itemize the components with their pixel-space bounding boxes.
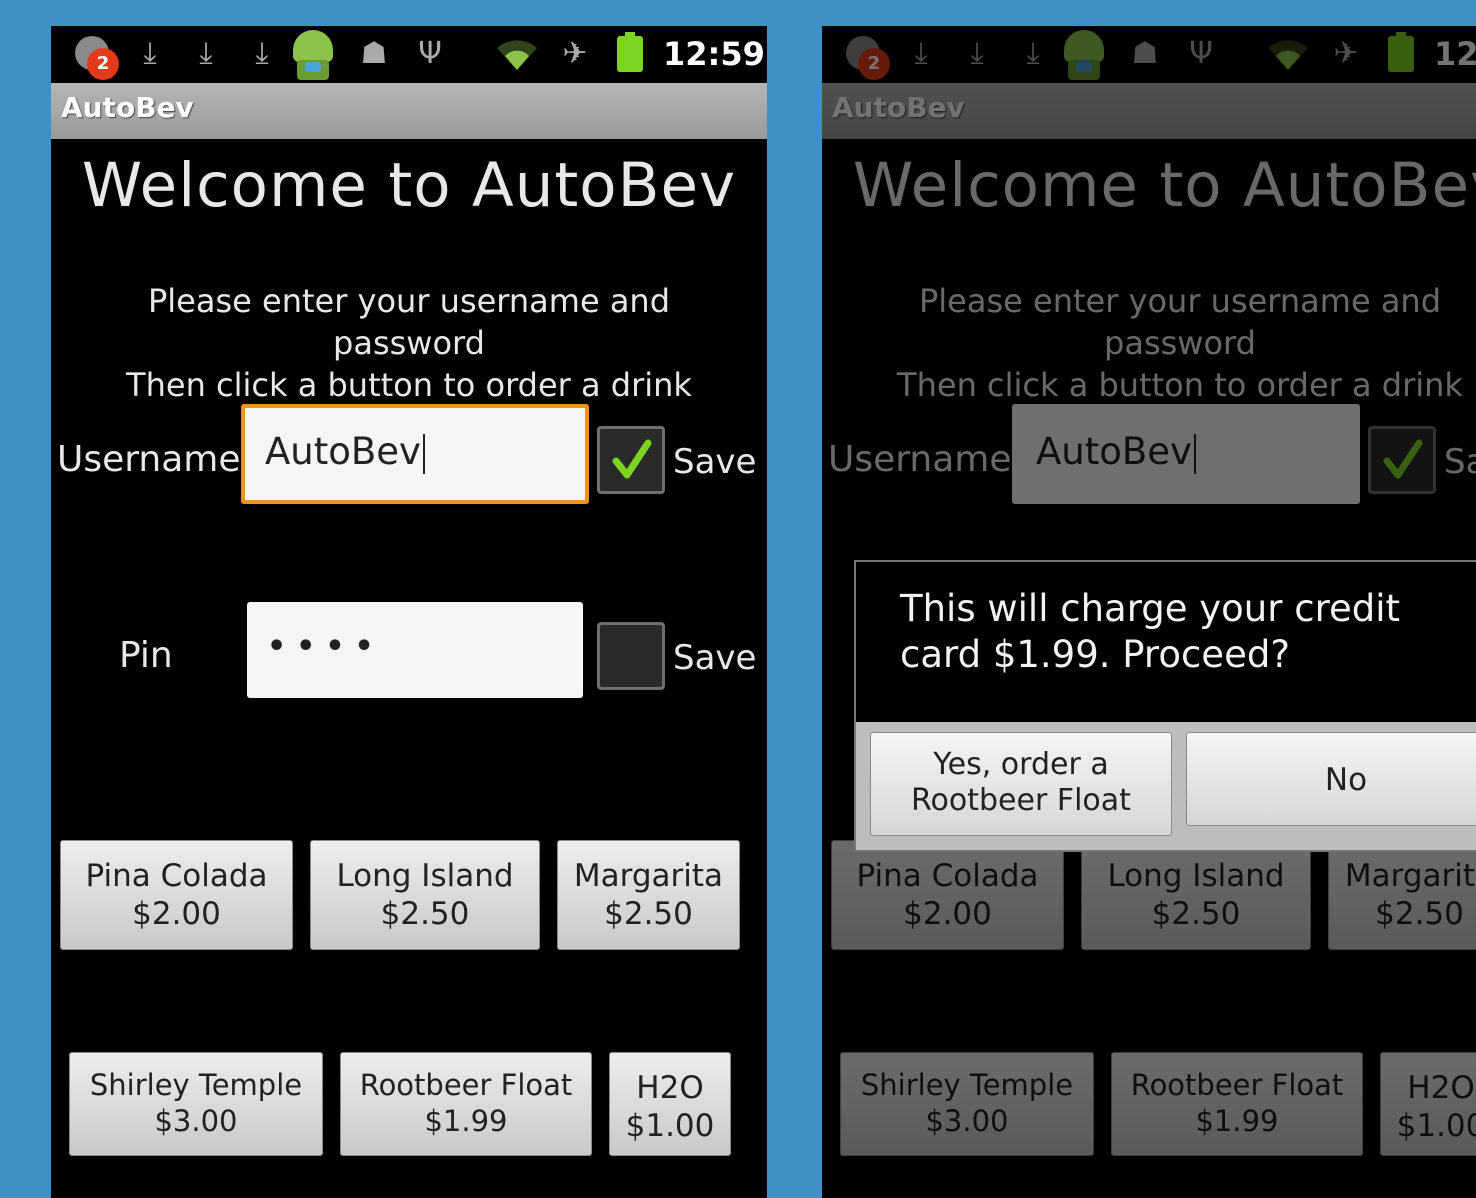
drink-name: Long Island — [336, 858, 514, 894]
dialog-message: This will charge your credit card $1.99.… — [900, 587, 1401, 676]
phone-screen-confirm: 2 ⤓ ⤓ ⤓ ☗ Ψ ✈ 12:59 AutoBev Welcome to A… — [822, 26, 1476, 1198]
notification-count-badge: 2 — [87, 48, 119, 80]
pin-input[interactable]: •••• — [247, 602, 583, 698]
app-title: AutoBev — [61, 91, 194, 124]
drink-price: $1.00 — [625, 1108, 715, 1144]
order-margarita-button[interactable]: Margarita $2.50 — [557, 840, 740, 950]
phone-screen-login: 2 ⤓ ⤓ ⤓ ☗ Ψ ✈ 12:59 AutoBev Welcome to A… — [51, 26, 767, 1198]
download-icon: ⤓ — [143, 36, 157, 71]
instructions-line1: Please enter your username and password — [147, 282, 671, 362]
drink-price: $3.00 — [154, 1104, 238, 1138]
save-username-label: Save — [673, 442, 757, 482]
drink-price: $2.50 — [604, 896, 693, 932]
drink-name: Rootbeer Float — [359, 1068, 573, 1102]
status-bar: 2 ⤓ ⤓ ⤓ ☗ Ψ ✈ 12:59 — [51, 26, 767, 83]
username-value: AutoBev — [265, 430, 421, 473]
notification-icon[interactable]: 2 — [73, 36, 119, 80]
checkmark-icon — [612, 439, 652, 479]
confirm-order-button[interactable]: Yes, order a Rootbeer Float — [870, 732, 1172, 836]
username-label: Username — [57, 439, 241, 480]
android-icon — [291, 30, 335, 82]
order-long-island-button[interactable]: Long Island $2.50 — [310, 840, 540, 950]
order-rootbeer-float-button[interactable]: Rootbeer Float $1.99 — [340, 1052, 592, 1156]
drink-name: H2O — [636, 1070, 704, 1106]
airplane-icon: ✈ — [562, 36, 588, 71]
instructions: Please enter your username and password … — [91, 280, 727, 406]
text-caret — [422, 433, 425, 474]
drink-name: Margarita — [573, 858, 724, 894]
status-time: 12:59 — [663, 35, 765, 73]
title-bar: AutoBev — [51, 83, 767, 139]
pin-label: Pin — [119, 635, 173, 676]
save-username-checkbox[interactable] — [597, 426, 665, 494]
drink-name: Pina Colada — [85, 858, 268, 894]
order-h2o-button[interactable]: H2O $1.00 — [609, 1052, 731, 1156]
order-pina-colada-button[interactable]: Pina Colada $2.00 — [60, 840, 293, 950]
save-pin-checkbox[interactable] — [597, 622, 665, 690]
drink-price: $1.99 — [424, 1104, 508, 1138]
dialog-button-bar: Yes, order a Rootbeer Float No — [856, 722, 1476, 850]
download-icon: ⤓ — [199, 36, 213, 71]
usb-icon: Ψ — [418, 36, 442, 71]
order-shirley-temple-button[interactable]: Shirley Temple $3.00 — [69, 1052, 323, 1156]
drink-name: Shirley Temple — [89, 1068, 303, 1102]
instructions-line2: Then click a button to order a drink — [126, 366, 692, 404]
cancel-order-button[interactable]: No — [1186, 732, 1476, 826]
drink-price: $2.50 — [380, 896, 470, 932]
download-icon: ⤓ — [255, 36, 269, 71]
welcome-heading: Welcome to AutoBev — [81, 150, 737, 221]
wifi-icon — [495, 34, 539, 74]
drink-price: $2.00 — [132, 896, 221, 932]
confirm-dialog: This will charge your credit card $1.99.… — [854, 560, 1476, 852]
username-input[interactable]: AutoBev — [241, 404, 589, 504]
debug-icon: ☗ — [360, 36, 388, 71]
battery-icon — [617, 32, 643, 72]
save-pin-label: Save — [673, 638, 757, 678]
